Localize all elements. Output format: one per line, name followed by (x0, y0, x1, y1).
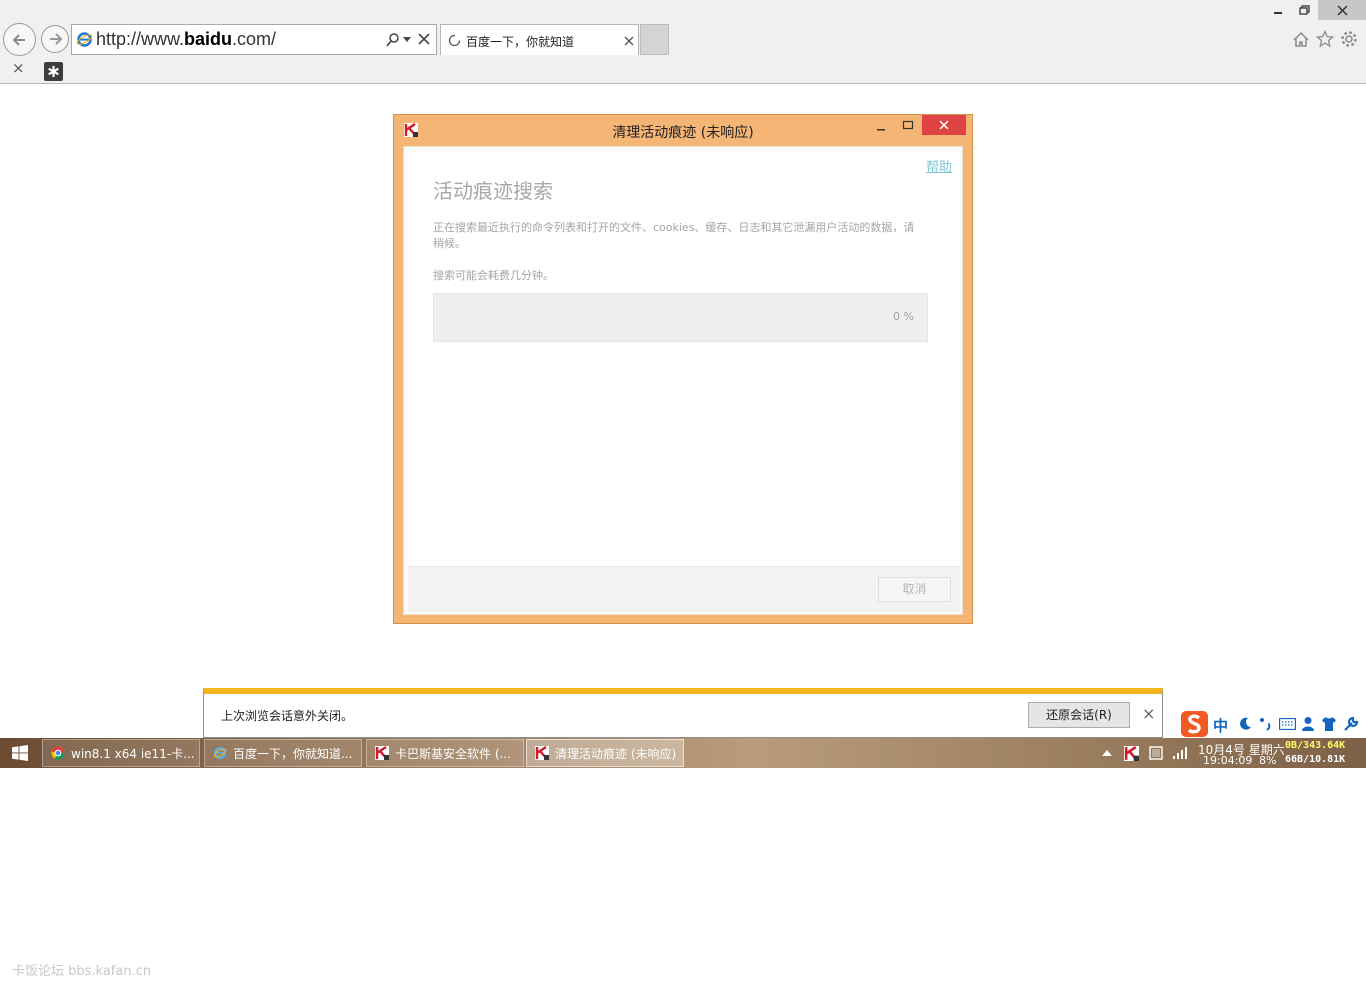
back-button[interactable] (3, 23, 36, 56)
chrome-icon (51, 746, 65, 760)
watermark: 卡饭论坛 bbs.kafan.cn (12, 964, 152, 979)
dialog-close-button[interactable] (922, 115, 966, 135)
minimize-button[interactable] (1264, 0, 1291, 20)
clock-time[interactable]: 19:04:09 (1203, 754, 1252, 767)
url-domain: baidu (184, 29, 233, 49)
taskbar-item-kaspersky[interactable]: 卡巴斯基安全软件 (... (366, 739, 524, 767)
close-window-button[interactable] (1318, 0, 1366, 20)
cancel-button[interactable]: 取消 (878, 577, 951, 602)
taskbar: win8.1 x64 ie11-卡... 百度一下，你就知道... 卡巴斯基安全… (0, 738, 1366, 768)
minimize-icon (877, 129, 885, 131)
dialog-footer: 取消 (408, 566, 960, 612)
ie-logo-icon (76, 32, 93, 47)
loading-icon (448, 34, 461, 47)
net-upload-speed: 0B/343.64K (1285, 740, 1346, 751)
taskbar-item-label: 清理活动痕迹 (未响应) (555, 746, 677, 761)
cleanup-dialog: 清理活动痕迹 (未响应) 帮助 活动痕迹搜索 正在搜索最近执行的命令列表和打开的… (393, 114, 973, 624)
url-suffix: .com/ (232, 29, 277, 49)
progress-label: 0 % (893, 310, 914, 323)
network-signal-icon[interactable] (1172, 746, 1188, 760)
ie-logo-icon (213, 747, 227, 759)
kaspersky-logo-icon (375, 746, 389, 760)
restore-bar-close[interactable]: × (1142, 704, 1155, 723)
browser-toolbar: http://www.baidu.com/ 百度一下，你就知道 (0, 0, 1366, 56)
sogou-logo-icon[interactable] (1181, 711, 1208, 737)
dialog-minimize-button[interactable] (869, 117, 893, 137)
cpu-usage: 8% (1259, 754, 1277, 767)
taskbar-item-ie[interactable]: 百度一下，你就知道... (204, 739, 362, 767)
user-icon[interactable] (1301, 716, 1315, 732)
restore-message: 上次浏览会话意外关闭。 (221, 709, 354, 723)
taskbar-item-label: 卡巴斯基安全软件 (... (395, 746, 511, 761)
punctuation-icon[interactable] (1259, 716, 1273, 732)
taskbar-item-label: 百度一下，你就知道... (233, 746, 353, 761)
taskbar-item-label: win8.1 x64 ie11-卡... (71, 746, 195, 761)
tab-baidu[interactable]: 百度一下，你就知道 (440, 24, 639, 55)
dialog-content: 帮助 活动痕迹搜索 正在搜索最近执行的命令列表和打开的文件、cookies、缓存… (408, 151, 960, 566)
kaspersky-logo-icon (535, 746, 549, 760)
url-prefix: http://www. (96, 29, 185, 49)
net-download-speed: 66B/10.81K (1285, 754, 1346, 765)
tab-close-icon[interactable] (624, 36, 634, 46)
ime-toolbar: 中 (1181, 711, 1366, 738)
taskbar-item-cleanup[interactable]: 清理活动痕迹 (未响应) (526, 739, 684, 767)
home-icon[interactable] (1292, 31, 1310, 48)
command-bar-close[interactable]: × (12, 59, 25, 77)
kaspersky-tray-icon[interactable] (1124, 746, 1139, 761)
forward-button[interactable] (41, 25, 69, 53)
favorites-star-icon[interactable] (1316, 30, 1334, 48)
new-tab-button[interactable] (640, 24, 669, 55)
skin-shirt-icon[interactable] (1321, 716, 1337, 732)
settings-gear-icon[interactable] (1340, 30, 1358, 48)
dialog-body: 帮助 活动痕迹搜索 正在搜索最近执行的命令列表和打开的文件、cookies、缓存… (403, 146, 963, 615)
action-center-icon[interactable] (1149, 746, 1163, 760)
restore-session-button[interactable]: 还原会话(R) (1028, 702, 1130, 728)
close-icon (1336, 4, 1348, 16)
tab-title: 百度一下，你就知道 (466, 35, 575, 49)
asterisk-icon (48, 66, 59, 77)
dropdown-arrow-icon[interactable] (403, 37, 411, 43)
restore-session-bar: 上次浏览会话意外关闭。 还原会话(R) × (203, 688, 1163, 738)
dialog-heading: 活动痕迹搜索 (433, 179, 553, 203)
dialog-note: 搜索可能会耗费几分钟。 (433, 269, 554, 282)
minimize-icon (1273, 12, 1282, 14)
command-bar: × (0, 56, 1366, 84)
sogou-s-glyph (1187, 714, 1201, 734)
show-hidden-icons-icon[interactable] (1102, 749, 1112, 757)
back-arrow-icon (12, 33, 25, 46)
maximize-icon (902, 120, 914, 130)
restore-icon (1299, 4, 1310, 15)
address-url[interactable]: http://www.baidu.com/ (96, 29, 276, 50)
close-icon (939, 120, 949, 130)
ime-mode[interactable]: 中 (1213, 715, 1228, 736)
addon-button[interactable] (44, 62, 63, 81)
forward-arrow-icon (50, 33, 63, 45)
moon-icon[interactable] (1237, 716, 1253, 732)
dialog-description: 正在搜索最近执行的命令列表和打开的文件、cookies、缓存、日志和其它泄漏用户… (433, 221, 915, 250)
search-progress-bar: 0 % (433, 293, 928, 342)
windows-logo-icon (12, 745, 28, 761)
address-bar[interactable]: http://www.baidu.com/ (71, 24, 437, 55)
restore-window-button[interactable] (1291, 0, 1318, 20)
search-icon[interactable] (385, 32, 401, 48)
wrench-icon[interactable] (1343, 716, 1359, 732)
taskbar-item-chrome[interactable]: win8.1 x64 ie11-卡... (42, 739, 200, 767)
dialog-maximize-button[interactable] (896, 117, 920, 137)
start-button[interactable] (0, 738, 40, 768)
keyboard-icon[interactable] (1279, 718, 1296, 730)
help-link[interactable]: 帮助 (926, 156, 952, 175)
stop-icon[interactable] (418, 33, 430, 45)
